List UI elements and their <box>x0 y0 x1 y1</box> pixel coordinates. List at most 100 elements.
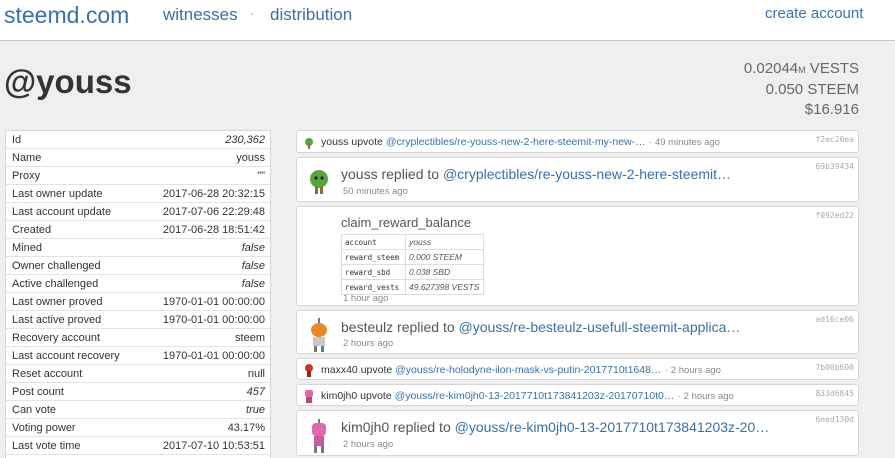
property-value: 2017-07-06 22:29:48 <box>162 205 265 218</box>
property-row: Id 230,362 <box>6 131 270 149</box>
nav-distribution-link[interactable]: distribution <box>270 5 352 25</box>
feed-user[interactable]: youss <box>341 166 378 182</box>
operation-field-row: reward_steem 0.000 STEEM <box>341 249 484 265</box>
feed-action: replied to <box>393 419 451 435</box>
feed-action: replied to <box>397 319 455 335</box>
property-row: Name youss <box>6 149 270 167</box>
feed-time: 2 hours ago <box>683 391 734 402</box>
property-row: Last active proved 1970-01-01 00:00:00 <box>6 311 270 329</box>
tx-hash[interactable]: 69b39434 <box>815 162 854 171</box>
operation-field-row: account youss <box>341 234 484 250</box>
property-value: false <box>241 259 265 272</box>
operation-title: claim_reward_balance <box>341 215 472 230</box>
property-key: Last account recovery <box>12 349 120 362</box>
operation-field-row: reward_sbd 0.038 SBD <box>341 264 484 280</box>
operation-field-value: youss <box>405 234 484 250</box>
create-account-link[interactable]: create account <box>765 5 863 22</box>
account-balances: 0.02044M VESTS 0.050 STEEM $16.916 <box>744 59 859 120</box>
property-key: Last owner proved <box>12 295 103 308</box>
steem-mascot-avatar-icon <box>310 170 328 194</box>
property-value: 2017-07-10 10:53:51 <box>162 439 265 452</box>
property-row: Last account recovery 1970-01-01 00:00:00 <box>6 347 270 365</box>
tx-hash[interactable]: 833d6845 <box>815 389 854 398</box>
property-row: Last account update 2017-07-06 22:29:48 <box>6 203 270 221</box>
property-key: Id <box>12 133 22 146</box>
usd-balance: $16.916 <box>804 101 859 118</box>
property-row: Mined false <box>6 239 270 257</box>
vests-balance: 0.02044M VESTS <box>743 60 859 77</box>
property-row: Created 2017-06-28 18:51:42 <box>6 221 270 239</box>
property-row: Recovery account steem <box>6 329 270 347</box>
property-key: Created <box>12 223 52 236</box>
feed-time: 2 hours ago <box>343 338 394 349</box>
feed-time: 49 minutes ago <box>654 137 720 148</box>
operation-details-table: account youss reward_steem 0.000 STEEM rewar… <box>341 234 484 295</box>
feed-permlink[interactable]: @youss/re-kim0jh0-13-2017710t173841203z-… <box>455 419 770 435</box>
property-key: Last vote time <box>12 439 81 452</box>
tx-hash[interactable]: 6eed130d <box>815 415 854 424</box>
property-value: false <box>241 277 265 290</box>
operation-field-value: 49.627398 VESTS <box>405 279 484 295</box>
property-row: Owner challenged false <box>6 257 270 275</box>
feed-action: upvote <box>360 390 392 402</box>
brand-link[interactable]: steemd.com <box>4 2 129 29</box>
property-key: Last owner update <box>12 187 103 200</box>
operation-field-key: reward_sbd <box>341 264 406 280</box>
property-value: true <box>246 403 265 416</box>
property-row: Proxy "" <box>6 167 270 185</box>
property-row: Last vote time 2017-07-10 10:53:51 <box>6 437 270 455</box>
property-row: Post count 457 <box>6 383 270 401</box>
robot-avatar-icon <box>305 390 313 403</box>
tx-hash[interactable]: f092ed22 <box>815 211 854 220</box>
property-key: Proxy <box>12 169 41 182</box>
property-value: 2017-06-28 20:32:15 <box>162 187 265 200</box>
property-value: 1970-01-01 00:00:00 <box>162 349 265 362</box>
robot-avatar-icon <box>305 364 313 377</box>
property-value: 1970-01-01 00:00:00 <box>162 295 265 308</box>
robot-avatar-icon <box>312 419 326 453</box>
property-value: 230,362 <box>225 133 265 146</box>
property-value: "" <box>257 169 265 182</box>
property-value: null <box>247 367 265 380</box>
nav-witnesses-link[interactable]: witnesses <box>163 5 238 25</box>
tx-hash[interactable]: 7b00b600 <box>815 363 854 372</box>
property-value: 43.17% <box>227 421 265 434</box>
property-key: Owner challenged <box>12 259 101 272</box>
property-key: Reset account <box>12 367 83 380</box>
operation-field-key: reward_steem <box>341 249 406 265</box>
property-row: Reset account null <box>6 365 270 383</box>
tx-hash[interactable]: f2ec20ea <box>815 135 854 144</box>
property-value: 2017-06-28 18:51:42 <box>162 223 265 236</box>
feed-item-reply: kim0jh0 replied to @youss/re-kim0jh0-13-… <box>296 410 859 456</box>
property-key: Mined <box>12 241 42 254</box>
property-row: Last owner proved 1970-01-01 00:00:00 <box>6 293 270 311</box>
feed-permlink[interactable]: @cryplectibles/re-youss-new-2-here-steem… <box>443 166 731 182</box>
feed-action: replied to <box>381 166 440 182</box>
feed-time: 1 hour ago <box>343 293 389 304</box>
feed-user[interactable]: maxx40 <box>321 364 358 376</box>
property-row: Active challenged false <box>6 275 270 293</box>
feed-item-upvote: youss upvote @cryplectibles/re-youss-new… <box>296 130 859 153</box>
feed-user[interactable]: kim0jh0 <box>341 419 389 435</box>
feed-permlink[interactable]: @youss/re-besteulz-usefull-steemit-appli… <box>459 319 741 335</box>
property-value: false <box>241 241 265 254</box>
property-value: youss <box>236 151 265 164</box>
feed-item-claim-reward: claim_reward_balance account youss reward_… <box>296 206 859 306</box>
feed-user[interactable]: besteulz <box>341 319 393 335</box>
account-username: @youss <box>4 63 132 100</box>
feed-permlink[interactable]: @cryplectibles/re-youss-new-2-here-steem… <box>386 136 646 148</box>
top-navbar: steemd.com witnesses · distribution crea… <box>0 0 895 41</box>
property-value: steem <box>235 331 265 344</box>
property-key: Name <box>12 151 42 164</box>
tx-hash[interactable]: ad16ce06 <box>815 315 854 324</box>
feed-permlink[interactable]: @youss/re-kim0jh0-13-2017710t173841203z-… <box>395 390 675 402</box>
property-key: Post count <box>12 385 64 398</box>
property-key: Voting power <box>12 421 76 434</box>
feed-permlink[interactable]: @youss/re-holodyne-ilon-mask-vs-putin-20… <box>395 364 661 376</box>
operation-field-value: 0.000 STEEM <box>405 249 484 265</box>
nav-separator: · <box>250 5 255 21</box>
feed-user[interactable]: youss <box>321 136 348 148</box>
feed-user[interactable]: kim0jh0 <box>321 390 357 402</box>
property-key: Can vote <box>12 403 57 416</box>
property-row: Voting power 43.17% <box>6 419 270 437</box>
